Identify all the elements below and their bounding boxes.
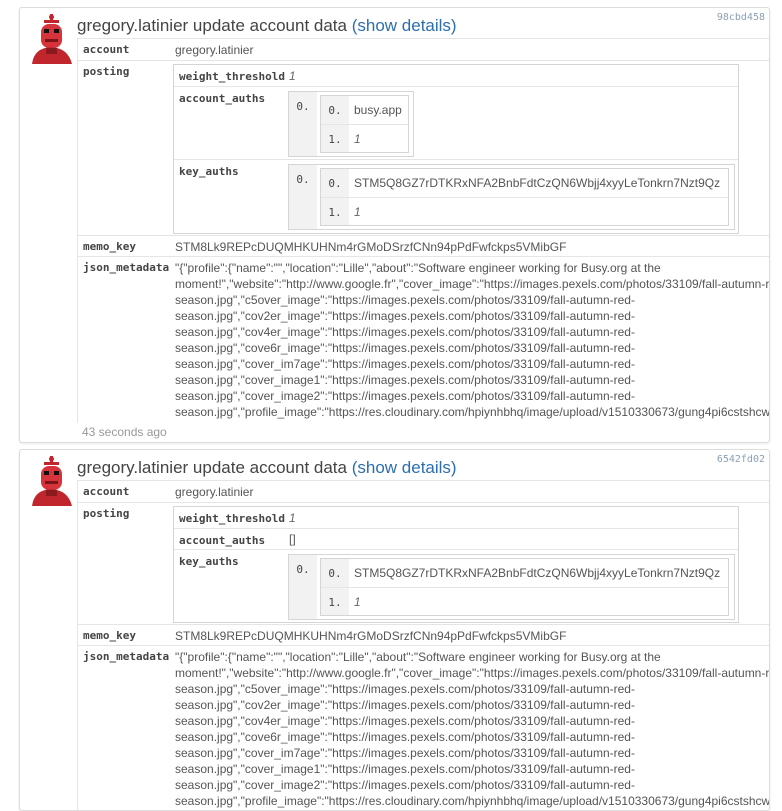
posting-key: posting bbox=[83, 507, 130, 520]
entry-row: 0. STM5Q8GZ7rDTKRxNFA2BnbFdtCzQN6Wbjj4xy… bbox=[321, 169, 728, 198]
account-value: gregory.latinier bbox=[175, 43, 254, 57]
posting-object: weight_threshold 1 account_auths 0. 0. b… bbox=[173, 64, 739, 234]
title-text: gregory.latinier update account data bbox=[77, 458, 347, 477]
entry-value: STM5Q8GZ7rDTKRxNFA2BnbFdtCzQN6Wbjj4xyyLe… bbox=[354, 566, 721, 580]
key-auth-entry: 0. STM5Q8GZ7rDTKRxNFA2BnbFdtCzQN6Wbjj4xy… bbox=[320, 558, 729, 616]
key-auths-key: key_auths bbox=[179, 555, 239, 568]
key-auths-array: 0. 0. STM5Q8GZ7rDTKRxNFA2BnbFdtCzQN6Wbjj… bbox=[288, 554, 735, 620]
entry-row: 0. busy.app bbox=[321, 96, 408, 125]
entry-index: 1. bbox=[321, 125, 349, 152]
memo-key-key: memo_key bbox=[83, 240, 136, 253]
entry-index: 0. bbox=[321, 169, 349, 197]
entry-row: 1. 1 bbox=[321, 125, 408, 152]
account-value: gregory.latinier bbox=[175, 485, 254, 499]
entry-row: 0. STM5Q8GZ7rDTKRxNFA2BnbFdtCzQN6Wbjj4xy… bbox=[321, 559, 728, 588]
posting-key: posting bbox=[83, 65, 130, 78]
row-posting: posting weight_threshold 1 account_auths… bbox=[78, 503, 769, 625]
account-auths-key: account_auths bbox=[179, 92, 266, 105]
properties-table: account gregory.latinier posting weight_… bbox=[77, 480, 770, 810]
entry-index: 0. bbox=[321, 559, 349, 587]
entry-value: 1 bbox=[354, 205, 361, 219]
entry-row: 1. 1 bbox=[321, 588, 728, 615]
key-auths-array: 0. 0. STM5Q8GZ7rDTKRxNFA2BnbFdtCzQN6Wbjj… bbox=[288, 164, 735, 230]
row-memo-key: memo_key STM8Lk9REPcDUQMHKUHNm4rGMoDSrzf… bbox=[78, 625, 769, 646]
row-json-metadata: json_metadata "{"profile":{"name":"","lo… bbox=[78, 646, 770, 810]
account-key: account bbox=[83, 43, 130, 56]
json-metadata-value: "{"profile":{"name":"","location":"Lille… bbox=[175, 261, 770, 419]
row-account: account gregory.latinier bbox=[78, 39, 769, 61]
transaction-hash-link[interactable]: 98cbd458 bbox=[717, 12, 765, 23]
array-index: 0. bbox=[289, 555, 317, 619]
json-metadata-key: json_metadata bbox=[83, 261, 170, 274]
operation-title: gregory.latinier update account data (sh… bbox=[77, 458, 457, 478]
account-auths-key: account_auths bbox=[179, 534, 266, 547]
array-index: 0. bbox=[289, 165, 317, 229]
key-auths-key: key_auths bbox=[179, 165, 239, 178]
key-auth-entry: 0. STM5Q8GZ7rDTKRxNFA2BnbFdtCzQN6Wbjj4xy… bbox=[320, 168, 729, 226]
operation-card: gregory.latinier update account data (sh… bbox=[19, 7, 770, 443]
title-text: gregory.latinier update account data bbox=[77, 16, 347, 35]
json-metadata-key: json_metadata bbox=[83, 650, 170, 663]
timestamp: 43 seconds ago bbox=[82, 425, 167, 439]
account-auths-row: account_auths 0. 0. busy.app 1. 1 bbox=[174, 87, 738, 160]
account-auths-empty: [] bbox=[289, 532, 296, 546]
entry-index: 1. bbox=[321, 588, 349, 615]
row-posting: posting weight_threshold 1 account_auths… bbox=[78, 61, 769, 236]
array-index: 0. bbox=[289, 92, 317, 156]
entry-index: 0. bbox=[321, 96, 349, 124]
properties-table: account gregory.latinier posting weight_… bbox=[77, 38, 769, 423]
json-metadata-value: "{"profile":{"name":"","location":"Lille… bbox=[175, 650, 770, 808]
transaction-hash-link[interactable]: 6542fd02 bbox=[717, 454, 765, 465]
entry-index: 1. bbox=[321, 198, 349, 225]
show-details-link[interactable]: (show details) bbox=[352, 16, 457, 35]
memo-key-value: STM8Lk9REPcDUQMHKUHNm4rGMoDSrzfCNn94pPdF… bbox=[175, 629, 567, 643]
account-key: account bbox=[83, 485, 130, 498]
memo-key-key: memo_key bbox=[83, 629, 136, 642]
account-auth-entry: 0. busy.app 1. 1 bbox=[320, 95, 409, 153]
row-json-metadata: json_metadata "{"profile":{"name":"","lo… bbox=[78, 257, 769, 423]
posting-object: weight_threshold 1 account_auths [] key_… bbox=[173, 506, 739, 623]
account-auths-row: account_auths [] bbox=[174, 529, 738, 550]
operation-card: gregory.latinier update account data (sh… bbox=[19, 449, 770, 811]
entry-row: 1. 1 bbox=[321, 198, 728, 225]
weight-threshold-value: 1 bbox=[289, 511, 296, 525]
avatar[interactable] bbox=[30, 14, 74, 64]
key-auths-row: key_auths 0. 0. STM5Q8GZ7rDTKRxNFA2BnbFd… bbox=[174, 550, 738, 622]
entry-value: 1 bbox=[354, 595, 361, 609]
avatar[interactable] bbox=[30, 456, 74, 506]
operation-title: gregory.latinier update account data (sh… bbox=[77, 16, 457, 36]
weight-threshold-value: 1 bbox=[289, 69, 296, 83]
entry-value: STM5Q8GZ7rDTKRxNFA2BnbFdtCzQN6Wbjj4xyyLe… bbox=[354, 176, 721, 190]
account-auths-array: 0. 0. busy.app 1. 1 bbox=[288, 91, 414, 157]
entry-value: busy.app bbox=[354, 103, 402, 117]
weight-threshold-row: weight_threshold 1 bbox=[174, 65, 738, 87]
memo-key-value: STM8Lk9REPcDUQMHKUHNm4rGMoDSrzfCNn94pPdF… bbox=[175, 240, 567, 254]
key-auths-row: key_auths 0. 0. STM5Q8GZ7rDTKRxNFA2BnbFd… bbox=[174, 160, 738, 233]
show-details-link[interactable]: (show details) bbox=[352, 458, 457, 477]
weight-threshold-key: weight_threshold bbox=[179, 512, 285, 525]
row-account: account gregory.latinier bbox=[78, 481, 769, 503]
entry-value: 1 bbox=[354, 132, 361, 146]
row-memo-key: memo_key STM8Lk9REPcDUQMHKUHNm4rGMoDSrzf… bbox=[78, 236, 769, 257]
weight-threshold-row: weight_threshold 1 bbox=[174, 507, 738, 529]
weight-threshold-key: weight_threshold bbox=[179, 70, 285, 83]
